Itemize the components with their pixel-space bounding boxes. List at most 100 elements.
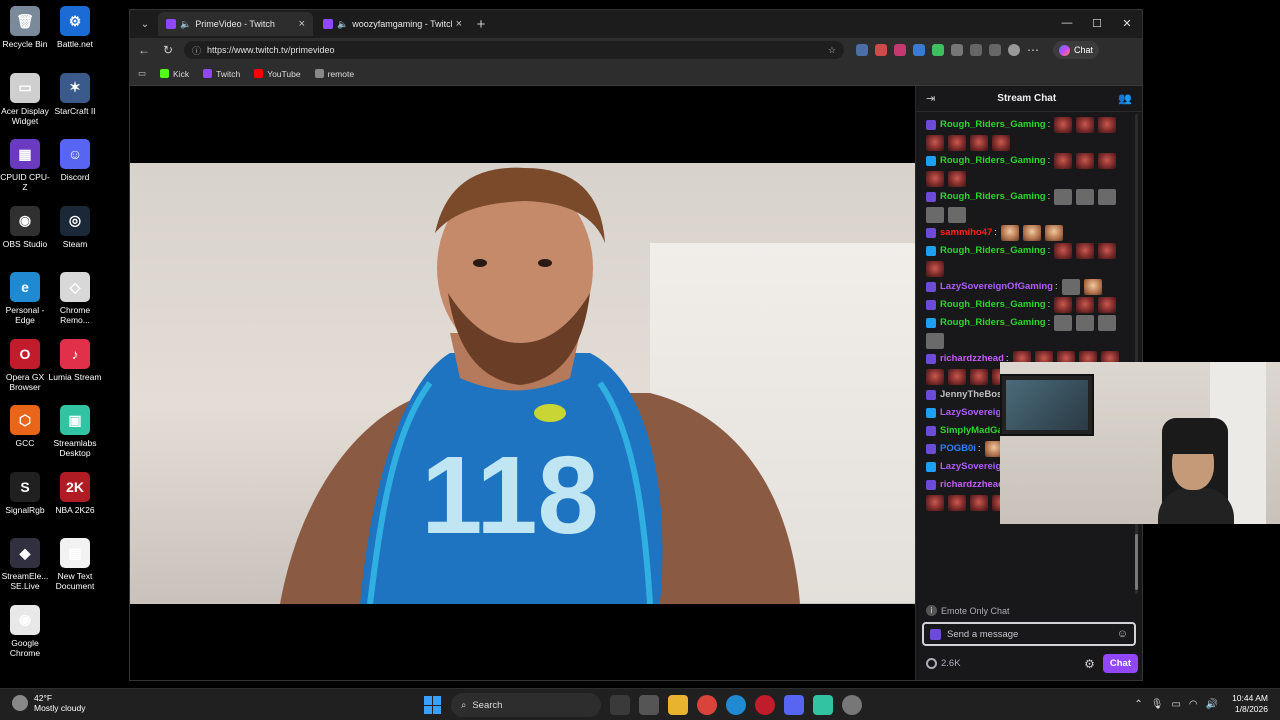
extension-icon[interactable] [894, 44, 906, 56]
microphone-icon[interactable]: 🎙 [1151, 699, 1164, 710]
emote-icon[interactable] [1054, 117, 1073, 133]
emote-icon[interactable] [1022, 225, 1041, 241]
minimize-icon[interactable]: — [1052, 10, 1082, 36]
chat-username[interactable]: richardzzhead [940, 478, 1004, 492]
emote-icon[interactable] [1098, 189, 1117, 205]
video-frame[interactable]: 118 [130, 163, 915, 604]
weather-widget[interactable]: 42°F Mostly cloudy [12, 693, 86, 713]
emote-icon[interactable] [948, 135, 966, 151]
emote-icon[interactable] [992, 135, 1010, 151]
emote-icon[interactable] [1061, 279, 1080, 295]
bookmark-remote[interactable]: remote [314, 69, 354, 79]
more-menu-icon[interactable]: ⋯ [1027, 43, 1039, 57]
bookmark-twitch[interactable]: Twitch [203, 69, 240, 79]
emote-icon[interactable] [926, 261, 944, 277]
desktop-icon[interactable]: ◆ StreamEle... SE.Live [0, 538, 52, 591]
tab-woozyfamgaming[interactable]: 🔈 woozyfamgaming - Twitch × [315, 12, 470, 36]
chat-send-button[interactable]: Chat [1102, 654, 1138, 673]
maximize-icon[interactable]: ☐ [1082, 10, 1112, 36]
chat-username[interactable]: sammiho47 [940, 226, 992, 240]
channel-points[interactable]: 2.6K [926, 658, 961, 669]
favorite-star-icon[interactable]: ☆ [828, 45, 836, 56]
copilot-chat-button[interactable]: Chat [1053, 41, 1100, 59]
favorites-icon[interactable] [989, 44, 1001, 56]
desktop-icon[interactable]: ♪ Lumia Stream [48, 338, 102, 382]
chrome-icon[interactable] [697, 695, 717, 715]
desktop-icon[interactable]: ◇ Chrome Remo... [48, 272, 102, 325]
chat-username[interactable]: JennyTheBos [940, 388, 1002, 402]
chat-badge-icon[interactable] [926, 354, 936, 364]
emote-icon[interactable] [1076, 243, 1095, 259]
emote-icon[interactable] [926, 333, 944, 349]
refresh-icon[interactable]: ↻ [160, 43, 176, 57]
url-field[interactable]: ⓘ https://www.twitch.tv/primevideo ☆ [184, 41, 844, 59]
clock[interactable]: 10:44 AM 1/8/2026 [1232, 693, 1268, 715]
extensions-puzzle-icon[interactable] [951, 44, 963, 56]
emote-icon[interactable] [948, 495, 966, 511]
emote-icon[interactable] [948, 207, 966, 223]
chat-badge-icon[interactable] [926, 300, 936, 310]
chat-badge-icon[interactable] [926, 408, 936, 418]
chat-badge-icon[interactable] [926, 120, 936, 130]
desktop-icon[interactable]: O Opera GX Browser [0, 338, 52, 392]
bookmark-youtube[interactable]: YouTube [254, 69, 301, 79]
speaker-icon[interactable]: 🔈 [337, 19, 348, 30]
desktop-icon[interactable]: ☺ Discord [48, 139, 102, 182]
new-tab-button[interactable]: + [470, 13, 492, 35]
chat-badge-icon[interactable] [926, 426, 936, 436]
edge-icon[interactable] [726, 695, 746, 715]
scrollbar-thumb[interactable] [1135, 534, 1138, 590]
chat-username[interactable]: Rough_Riders_Gaming [940, 244, 1046, 258]
chat-badge-icon[interactable] [926, 246, 936, 256]
extension-icon[interactable] [932, 44, 944, 56]
emote-icon[interactable] [1054, 315, 1073, 331]
chat-username[interactable]: Rough_Riders_Gaming [940, 298, 1046, 312]
emote-icon[interactable] [1098, 297, 1117, 313]
chat-username[interactable]: Rough_Riders_Gaming [940, 316, 1046, 330]
chevron-up-icon[interactable]: ⌃ [1134, 699, 1142, 710]
chat-badge-icon[interactable] [926, 156, 936, 166]
chat-username[interactable]: Rough_Riders_Gaming [940, 154, 1046, 168]
community-icon[interactable]: 👥 [1118, 92, 1132, 105]
emote-icon[interactable] [926, 495, 944, 511]
chat-badge-icon[interactable] [926, 282, 936, 292]
chat-badge-icon[interactable] [926, 462, 936, 472]
chat-badge-icon[interactable] [926, 192, 936, 202]
emote-icon[interactable] [1076, 297, 1095, 313]
desktop-icon[interactable]: S SignalRgb [0, 471, 52, 515]
file-explorer-icon[interactable] [668, 695, 688, 715]
emote-icon[interactable] [1076, 153, 1095, 169]
chat-badge-icon[interactable] [926, 444, 936, 454]
chat-username[interactable]: LazySovereignOfGaming [940, 280, 1053, 294]
emote-icon[interactable] [1044, 225, 1063, 241]
extension-icon[interactable] [856, 44, 868, 56]
desktop-icon[interactable]: e Personal - Edge [0, 272, 52, 325]
desktop-icon[interactable]: ⚙ Battle.net [48, 6, 102, 49]
emote-icon[interactable] [1098, 315, 1117, 331]
emote-icon[interactable] [1098, 117, 1117, 133]
back-arrow-icon[interactable]: ← [136, 43, 152, 57]
streamlabs-icon[interactable] [813, 695, 833, 715]
desktop-icon[interactable]: ◉ OBS Studio [0, 205, 52, 249]
emote-icon[interactable] [948, 171, 966, 187]
chat-username[interactable]: POGB0i [940, 442, 976, 456]
tab-primevideo[interactable]: 🔈 PrimeVideo - Twitch × [158, 12, 313, 36]
extension-icon[interactable] [875, 44, 887, 56]
emote-icon[interactable] [1098, 153, 1117, 169]
desktop-icon[interactable]: ▤ New Text Document [48, 538, 102, 591]
emote-icon[interactable] [1083, 279, 1102, 295]
extension-icon[interactable] [913, 44, 925, 56]
chat-input[interactable]: Send a message ☺ [922, 622, 1136, 646]
emote-icon[interactable] [926, 207, 944, 223]
emote-icon[interactable] [926, 135, 944, 151]
chat-username[interactable]: Rough_Riders_Gaming [940, 118, 1046, 132]
desktop-icon[interactable]: 🗑 Recycle Bin [0, 6, 52, 49]
desktop-icon[interactable]: 2K NBA 2K26 [48, 471, 102, 515]
emote-icon[interactable] [970, 135, 988, 151]
tab-actions-chevron-icon[interactable]: ⌄ [134, 13, 156, 35]
emote-icon[interactable] [948, 369, 966, 385]
speaker-icon[interactable]: 🔈 [180, 19, 191, 30]
bookmark-kick[interactable]: Kick [160, 69, 189, 79]
emote-icon[interactable] [1098, 243, 1117, 259]
emote-icon[interactable] [1054, 297, 1073, 313]
